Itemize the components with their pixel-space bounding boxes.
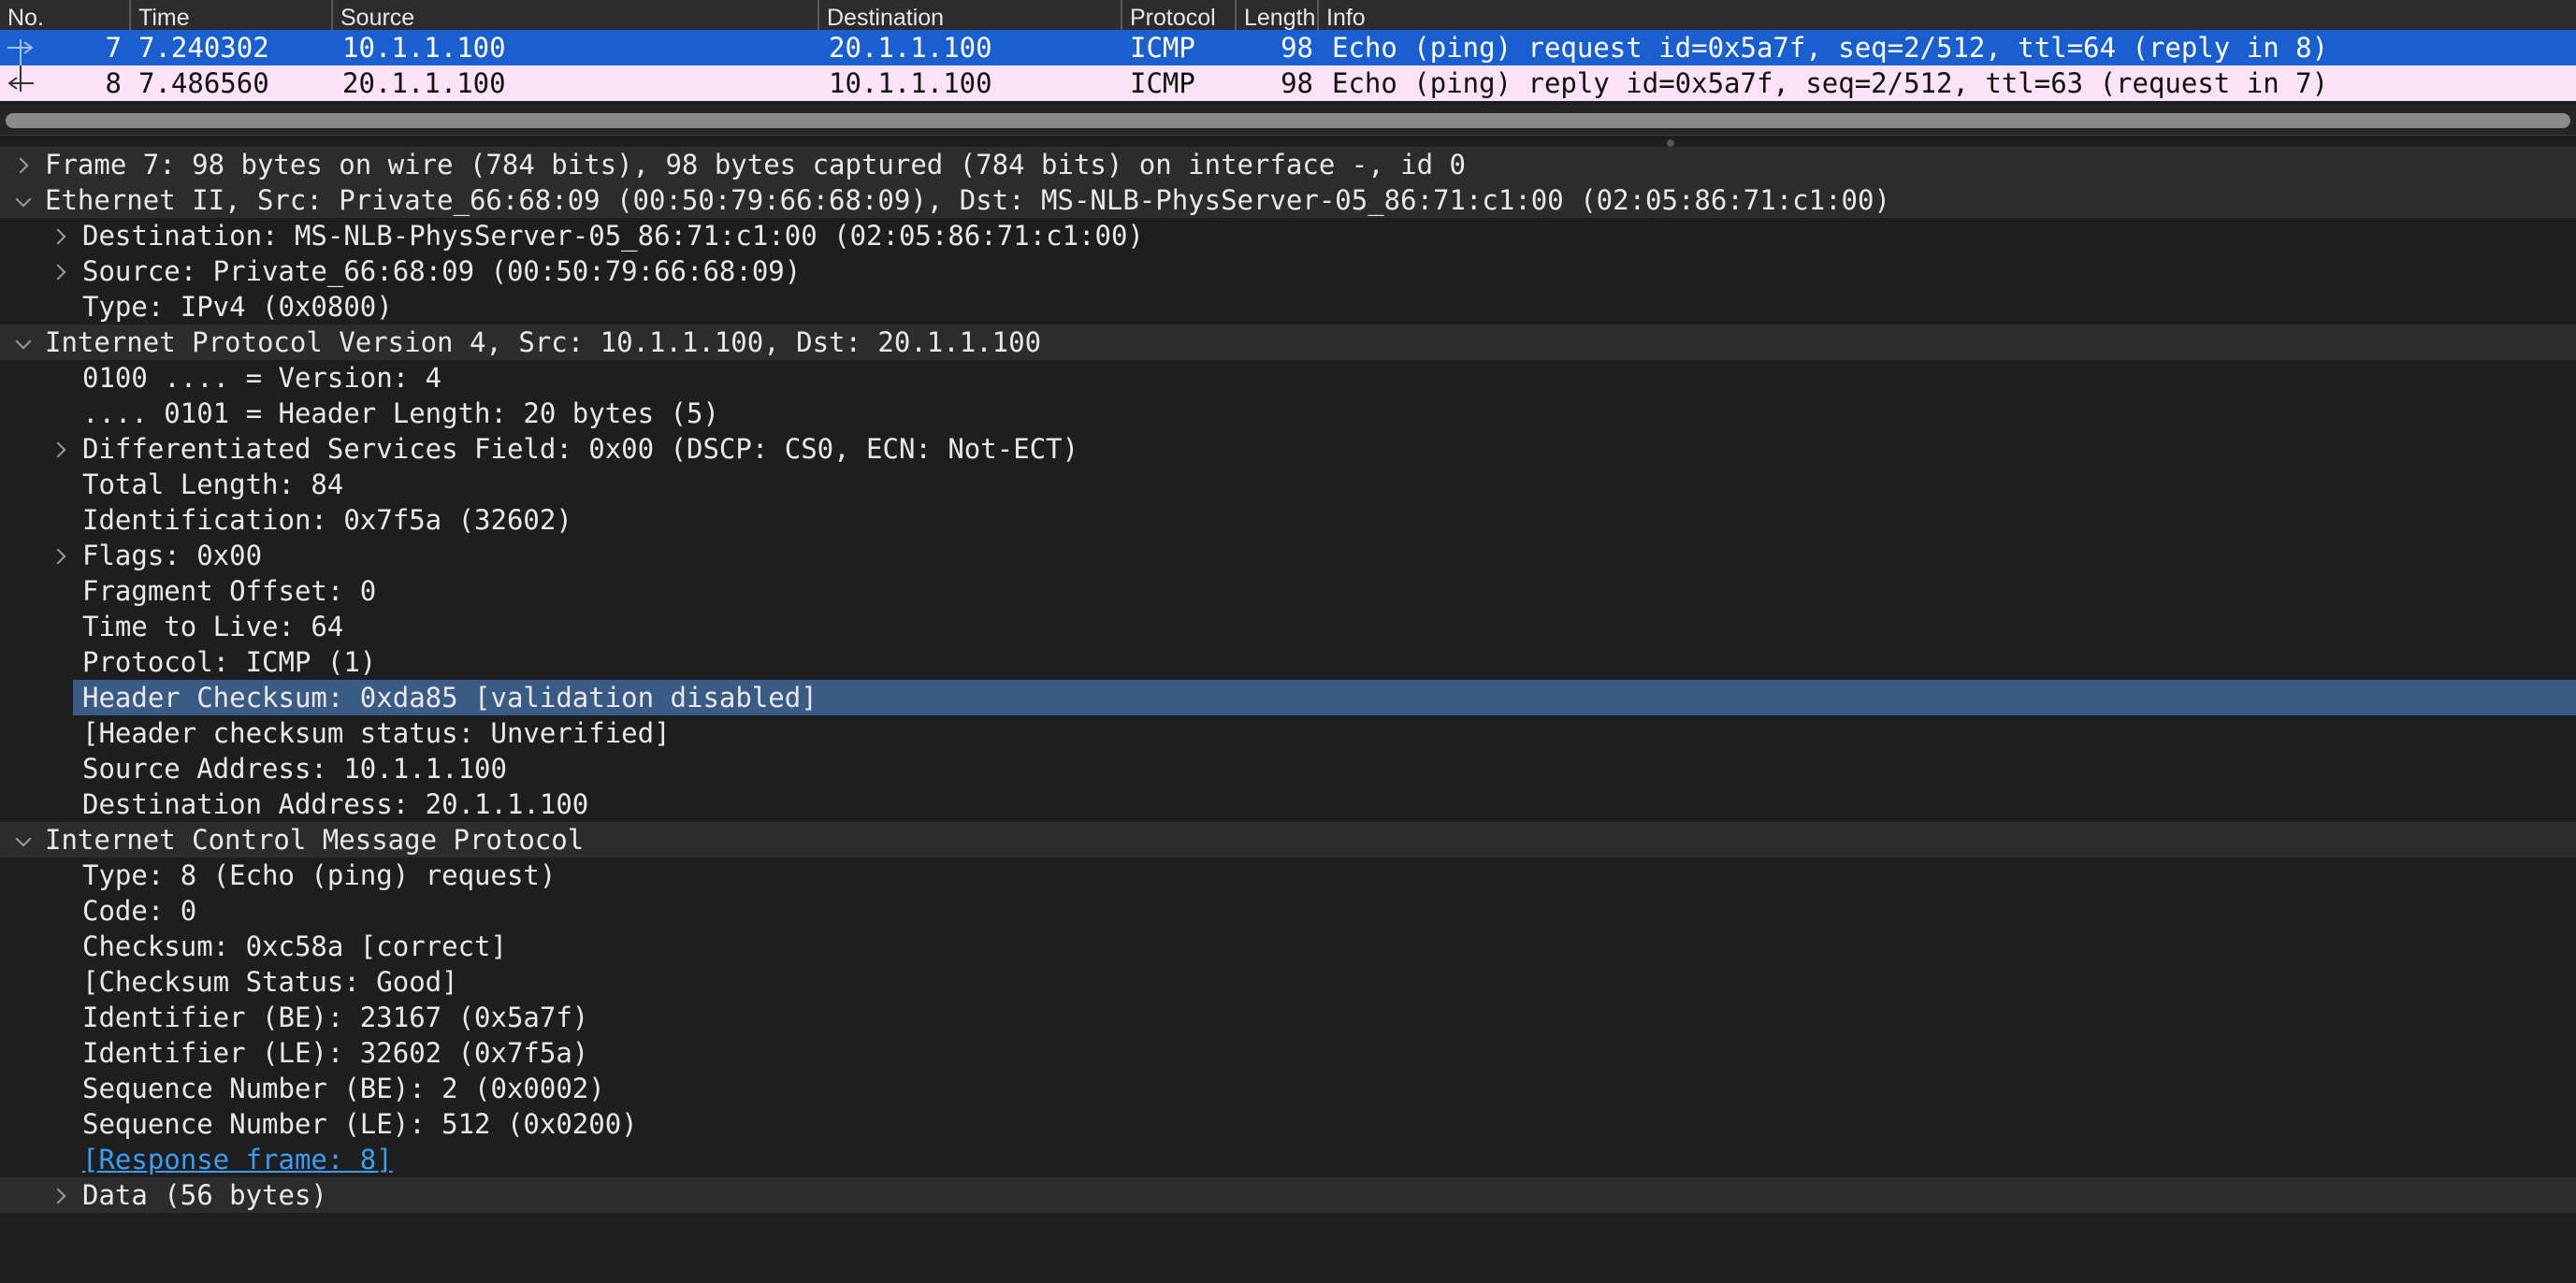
packet-destination: 10.1.1.100	[829, 67, 992, 99]
tree-item-label: Source Address: 10.1.1.100	[82, 753, 507, 785]
tree-item-ip-src[interactable]: Source Address: 10.1.1.100	[0, 751, 2576, 786]
tree-item-label: Data (56 bytes)	[82, 1179, 327, 1211]
packet-length: 98	[1281, 67, 1313, 99]
collapse-arrow-icon[interactable]	[6, 822, 32, 858]
tree-item-ip-ttl[interactable]: Time to Live: 64	[0, 609, 2576, 644]
tree-item-label: Frame 7: 98 bytes on wire (784 bits), 98…	[45, 149, 1466, 180]
packet-source: 20.1.1.100	[342, 67, 506, 99]
expand-arrow-icon[interactable]	[43, 431, 67, 467]
column-header-length[interactable]: Length	[1235, 0, 1317, 34]
expand-arrow-icon[interactable]	[43, 253, 67, 289]
expand-arrow-icon[interactable]	[6, 147, 30, 182]
tree-item-icmp-code[interactable]: Code: 0	[0, 893, 2576, 929]
column-header-no[interactable]: No.	[0, 0, 129, 34]
response-frame-link[interactable]: [Response frame: 8]	[82, 1142, 393, 1177]
tree-item-frame[interactable]: Frame 7: 98 bytes on wire (784 bits), 98…	[0, 147, 2576, 182]
tree-item-label: Identifier (BE): 23167 (0x5a7f)	[82, 1002, 589, 1033]
tree-item-ip-checksum[interactable]: Header Checksum: 0xda85 [validation disa…	[0, 680, 2576, 715]
tree-item-label: [Header checksum status: Unverified]	[82, 717, 671, 749]
tree-item-icmp-type[interactable]: Type: 8 (Echo (ping) request)	[0, 858, 2576, 893]
tree-item-label: Internet Control Message Protocol	[45, 824, 585, 856]
tree-item-ip-fragment-offset[interactable]: Fragment Offset: 0	[0, 573, 2576, 609]
tree-item-label: .... 0101 = Header Length: 20 bytes (5)	[82, 397, 719, 429]
tree-item-label: Fragment Offset: 0	[82, 575, 377, 607]
tree-item-label: Destination: MS-NLB-PhysServer-05_86:71:…	[82, 220, 1144, 252]
packet-source: 10.1.1.100	[342, 32, 506, 64]
packet-row-7[interactable]: 7 7.240302 10.1.1.100 20.1.1.100 ICMP 98…	[0, 30, 2576, 65]
tree-item-label: [Checksum Status: Good]	[82, 966, 458, 998]
tree-item-ip-checksum-status[interactable]: [Header checksum status: Unverified]	[0, 715, 2576, 751]
packet-destination: 20.1.1.100	[829, 32, 992, 64]
tree-item-label: Flags: 0x00	[82, 540, 263, 571]
packet-length: 98	[1281, 32, 1313, 64]
tree-item-label: Internet Protocol Version 4, Src: 10.1.1…	[45, 326, 1042, 358]
tree-item-eth-destination[interactable]: Destination: MS-NLB-PhysServer-05_86:71:…	[0, 218, 2576, 253]
tree-item-ethernet[interactable]: Ethernet II, Src: Private_66:68:09 (00:5…	[0, 182, 2576, 218]
packet-time: 7.486560	[138, 67, 269, 99]
tree-item-icmp-id-le[interactable]: Identifier (LE): 32602 (0x7f5a)	[0, 1035, 2576, 1071]
packet-list-header: No. Time Source Destination Protocol Len…	[0, 0, 2576, 34]
collapse-arrow-icon[interactable]	[6, 182, 32, 218]
tree-item-label: Sequence Number (LE): 512 (0x0200)	[82, 1108, 638, 1140]
column-header-destination[interactable]: Destination	[818, 0, 1121, 34]
packet-info: Echo (ping) reply id=0x5a7f, seq=2/512, …	[1332, 67, 2329, 99]
tree-item-ip-dst[interactable]: Destination Address: 20.1.1.100	[0, 786, 2576, 822]
related-request-icon	[7, 39, 34, 65]
packet-time: 7.240302	[138, 32, 269, 64]
related-reply-icon	[7, 65, 34, 92]
tree-item-label: Time to Live: 64	[82, 611, 344, 642]
column-header-source[interactable]: Source	[331, 0, 818, 34]
splitter-handle-icon[interactable]	[1667, 139, 1674, 147]
tree-item-ip-version[interactable]: 0100 .... = Version: 4	[0, 360, 2576, 396]
tree-item-icmp-seq-be[interactable]: Sequence Number (BE): 2 (0x0002)	[0, 1071, 2576, 1106]
column-header-protocol[interactable]: Protocol	[1121, 0, 1235, 34]
expand-arrow-icon[interactable]	[43, 218, 67, 253]
packet-protocol: ICMP	[1130, 32, 1195, 64]
tree-item-data[interactable]: Data (56 bytes)	[0, 1177, 2576, 1213]
packet-protocol: ICMP	[1130, 67, 1195, 99]
tree-item-icmp-id-be[interactable]: Identifier (BE): 23167 (0x5a7f)	[0, 1000, 2576, 1035]
expand-arrow-icon[interactable]	[43, 1177, 67, 1213]
tree-item-eth-source[interactable]: Source: Private_66:68:09 (00:50:79:66:68…	[0, 253, 2576, 289]
tree-item-label: Total Length: 84	[82, 469, 344, 500]
tree-item-label: Destination Address: 20.1.1.100	[82, 788, 589, 820]
tree-item-label: Type: 8 (Echo (ping) request)	[82, 859, 557, 891]
tree-item-icmp-checksum[interactable]: Checksum: 0xc58a [correct]	[0, 929, 2576, 964]
packet-info: Echo (ping) request id=0x5a7f, seq=2/512…	[1332, 32, 2329, 64]
wireshark-window: No. Time Source Destination Protocol Len…	[0, 0, 2576, 1283]
collapse-arrow-icon[interactable]	[6, 324, 32, 360]
horizontal-scrollbar[interactable]	[6, 113, 2570, 128]
tree-item-label: Identifier (LE): 32602 (0x7f5a)	[82, 1037, 589, 1069]
tree-item-label: Identification: 0x7f5a (32602)	[82, 504, 572, 536]
tree-item-icmp-checksum-status[interactable]: [Checksum Status: Good]	[0, 964, 2576, 1000]
tree-item-icmp[interactable]: Internet Control Message Protocol	[0, 822, 2576, 858]
tree-item-label: Ethernet II, Src: Private_66:68:09 (00:5…	[45, 184, 1890, 216]
tree-item-label: Differentiated Services Field: 0x00 (DSC…	[82, 433, 1079, 465]
tree-item-ip-flags[interactable]: Flags: 0x00	[0, 538, 2576, 573]
column-header-time[interactable]: Time	[129, 0, 331, 34]
tree-item-label: Checksum: 0xc58a [correct]	[82, 930, 507, 962]
tree-item-ip-protocol[interactable]: Protocol: ICMP (1)	[0, 644, 2576, 680]
packet-no: 8	[105, 67, 122, 99]
tree-item-ip-identification[interactable]: Identification: 0x7f5a (32602)	[0, 502, 2576, 538]
tree-item-ip-dsfield[interactable]: Differentiated Services Field: 0x00 (DSC…	[0, 431, 2576, 467]
tree-item-eth-type[interactable]: Type: IPv4 (0x0800)	[0, 289, 2576, 324]
tree-item-label: 0100 .... = Version: 4	[82, 362, 442, 394]
tree-item-icmp-response-frame[interactable]: [Response frame: 8]	[0, 1142, 2576, 1177]
column-header-info[interactable]: Info	[1317, 0, 2576, 34]
tree-item-label: Type: IPv4 (0x0800)	[82, 291, 393, 323]
packet-row-8[interactable]: 8 7.486560 20.1.1.100 10.1.1.100 ICMP 98…	[0, 65, 2576, 101]
tree-item-label: Sequence Number (BE): 2 (0x0002)	[82, 1073, 605, 1104]
tree-item-ip-header-length[interactable]: .... 0101 = Header Length: 20 bytes (5)	[0, 396, 2576, 431]
tree-item-icmp-seq-le[interactable]: Sequence Number (LE): 512 (0x0200)	[0, 1106, 2576, 1142]
tree-item-label: Header Checksum: 0xda85 [validation disa…	[82, 682, 818, 714]
tree-item-label: Protocol: ICMP (1)	[82, 646, 377, 678]
tree-item-label: Source: Private_66:68:09 (00:50:79:66:68…	[82, 255, 802, 287]
packet-no: 7	[105, 32, 122, 64]
expand-arrow-icon[interactable]	[43, 538, 67, 573]
tree-item-label: Code: 0	[82, 895, 197, 927]
tree-item-ip-total-length[interactable]: Total Length: 84	[0, 467, 2576, 502]
tree-item-ip[interactable]: Internet Protocol Version 4, Src: 10.1.1…	[0, 324, 2576, 360]
